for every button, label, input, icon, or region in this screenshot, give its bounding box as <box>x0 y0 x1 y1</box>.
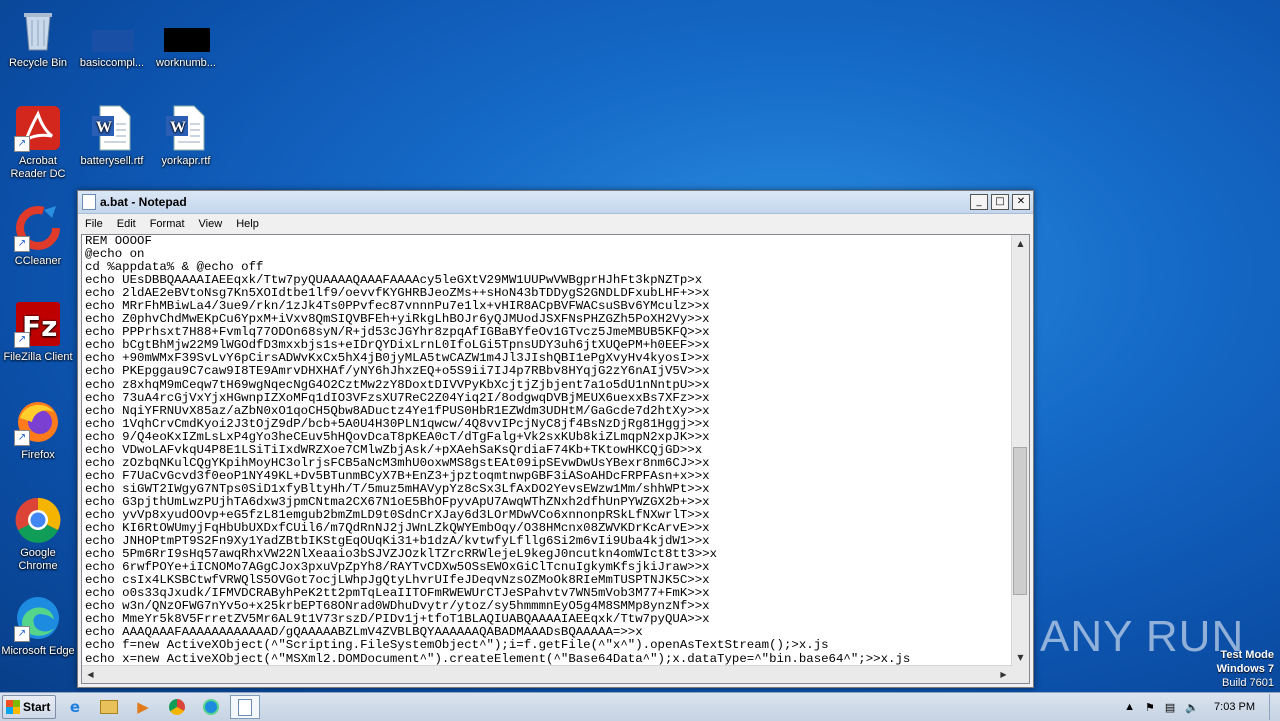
desktop-icon-label: Firefox <box>21 449 55 461</box>
network-icon[interactable]: ▤ <box>1165 701 1175 714</box>
svg-text:W: W <box>96 119 112 136</box>
desktop-icon-filezilla[interactable]: Fz ↗ FileZilla Client <box>0 300 76 364</box>
recycle-bin-icon <box>14 6 62 54</box>
build-line: Build 7601 <box>1222 677 1274 689</box>
desktop-icon-recycle-bin[interactable]: Recycle Bin <box>0 6 76 70</box>
shortcut-arrow-icon: ↗ <box>14 136 30 152</box>
window-title: a.bat - Notepad <box>100 195 187 209</box>
desktop-icon-label: CCleaner <box>14 255 62 267</box>
taskbar: Start e ▶ ▲ ⚑ ▤ 🔈 7:03 PM <box>0 692 1280 721</box>
taskbar-media-player-icon[interactable]: ▶ <box>128 695 158 719</box>
title-bar[interactable]: a.bat - Notepad _ □ ✕ <box>78 191 1033 214</box>
notepad-window: a.bat - Notepad _ □ ✕ File Edit Format V… <box>77 190 1034 688</box>
scroll-up-arrow-icon[interactable]: ▲ <box>1012 235 1029 252</box>
vertical-scrollbar[interactable]: ▲ ▼ <box>1011 235 1029 666</box>
desktop-icon-acrobat[interactable]: ↗ Acrobat Reader DC <box>0 104 76 181</box>
word-document-icon: W <box>88 104 136 152</box>
desktop-icon-basiccompl[interactable]: basiccompl... <box>74 6 150 70</box>
file-icon <box>162 6 210 54</box>
desktop-icon-label: batterysell.rtf <box>80 155 144 167</box>
desktop-icon-ccleaner[interactable]: ↗ CCleaner <box>0 204 76 268</box>
minimize-button[interactable]: _ <box>970 194 988 210</box>
editor-content[interactable]: REM OOOOF @echo on cd %appdata% & @echo … <box>85 235 1011 665</box>
taskbar-ie-icon[interactable]: e <box>60 695 90 719</box>
scroll-left-arrow-icon[interactable]: ◀ <box>82 666 99 683</box>
desktop-icon-label: yorkapr.rtf <box>161 155 211 167</box>
windows-version-line: Windows 7 <box>1216 663 1274 675</box>
shortcut-arrow-icon: ↗ <box>14 332 30 348</box>
desktop-icon-label: basiccompl... <box>79 57 145 69</box>
scroll-down-arrow-icon[interactable]: ▼ <box>1012 649 1029 666</box>
filezilla-icon: Fz ↗ <box>14 300 62 348</box>
volume-icon[interactable]: 🔈 <box>1185 701 1199 714</box>
scroll-right-arrow-icon[interactable]: ▶ <box>995 666 1012 683</box>
system-tray: ▲ ⚑ ▤ 🔈 7:03 PM <box>1119 693 1280 721</box>
menu-bar: File Edit Format View Help <box>78 214 1033 233</box>
desktop-icon-edge[interactable]: ↗ Microsoft Edge <box>0 594 76 658</box>
menu-edit[interactable]: Edit <box>110 218 143 230</box>
acrobat-icon: ↗ <box>14 104 62 152</box>
menu-format[interactable]: Format <box>143 218 192 230</box>
desktop-icon-label: Microsoft Edge <box>1 645 75 657</box>
ccleaner-icon: ↗ <box>14 204 62 252</box>
shortcut-arrow-icon: ↗ <box>14 430 30 446</box>
scrollbar-corner <box>1012 666 1029 683</box>
test-mode-notice: Test Mode Windows 7 Build 7601 <box>1217 648 1274 690</box>
menu-view[interactable]: View <box>192 218 230 230</box>
start-button[interactable]: Start <box>2 695 56 719</box>
text-editor[interactable]: REM OOOOF @echo on cd %appdata% & @echo … <box>81 234 1030 684</box>
taskbar-chrome-icon[interactable] <box>162 695 192 719</box>
taskbar-explorer-icon[interactable] <box>94 695 124 719</box>
edge-icon: ↗ <box>14 594 62 642</box>
clock[interactable]: 7:03 PM <box>1214 701 1255 713</box>
show-desktop-button[interactable] <box>1269 694 1280 720</box>
tray-expand-icon[interactable]: ▲ <box>1124 701 1135 713</box>
anyrun-watermark: ANY RUN <box>1040 612 1245 661</box>
desktop-icon-label: FileZilla Client <box>3 351 73 363</box>
tray-flag-icon[interactable]: ⚑ <box>1145 701 1155 714</box>
desktop-icon-firefox[interactable]: ↗ Firefox <box>0 398 76 462</box>
svg-text:W: W <box>170 119 186 136</box>
test-mode-line: Test Mode <box>1220 649 1274 661</box>
taskbar-notepad-icon[interactable] <box>230 695 260 719</box>
desktop-icon-yorkapr[interactable]: W yorkapr.rtf <box>148 104 224 168</box>
desktop-icon-batterysell[interactable]: W batterysell.rtf <box>74 104 150 168</box>
menu-file[interactable]: File <box>78 218 110 230</box>
word-document-icon: W <box>162 104 210 152</box>
file-icon <box>88 6 136 54</box>
firefox-icon: ↗ <box>14 398 62 446</box>
maximize-button[interactable]: □ <box>991 194 1009 210</box>
desktop-icon-label: worknumb... <box>156 57 216 69</box>
horizontal-scrollbar[interactable]: ◀ ▶ <box>82 665 1012 683</box>
taskbar-edge-icon[interactable] <box>196 695 226 719</box>
desktop-icon-worknumb[interactable]: worknumb... <box>148 6 224 70</box>
desktop-icon-label: Google Chrome <box>18 547 58 572</box>
chrome-icon <box>14 496 62 544</box>
menu-help[interactable]: Help <box>229 218 266 230</box>
windows-logo-icon <box>6 700 20 714</box>
close-button[interactable]: ✕ <box>1012 194 1030 210</box>
shortcut-arrow-icon: ↗ <box>14 236 30 252</box>
shortcut-arrow-icon: ↗ <box>14 626 30 642</box>
desktop-icon-label: Acrobat Reader DC <box>10 155 66 180</box>
desktop-icon-chrome[interactable]: Google Chrome <box>0 496 76 573</box>
vertical-scroll-thumb[interactable] <box>1013 447 1027 595</box>
notepad-icon <box>82 194 96 210</box>
start-label: Start <box>23 700 51 714</box>
desktop-icon-label: Recycle Bin <box>8 57 68 69</box>
